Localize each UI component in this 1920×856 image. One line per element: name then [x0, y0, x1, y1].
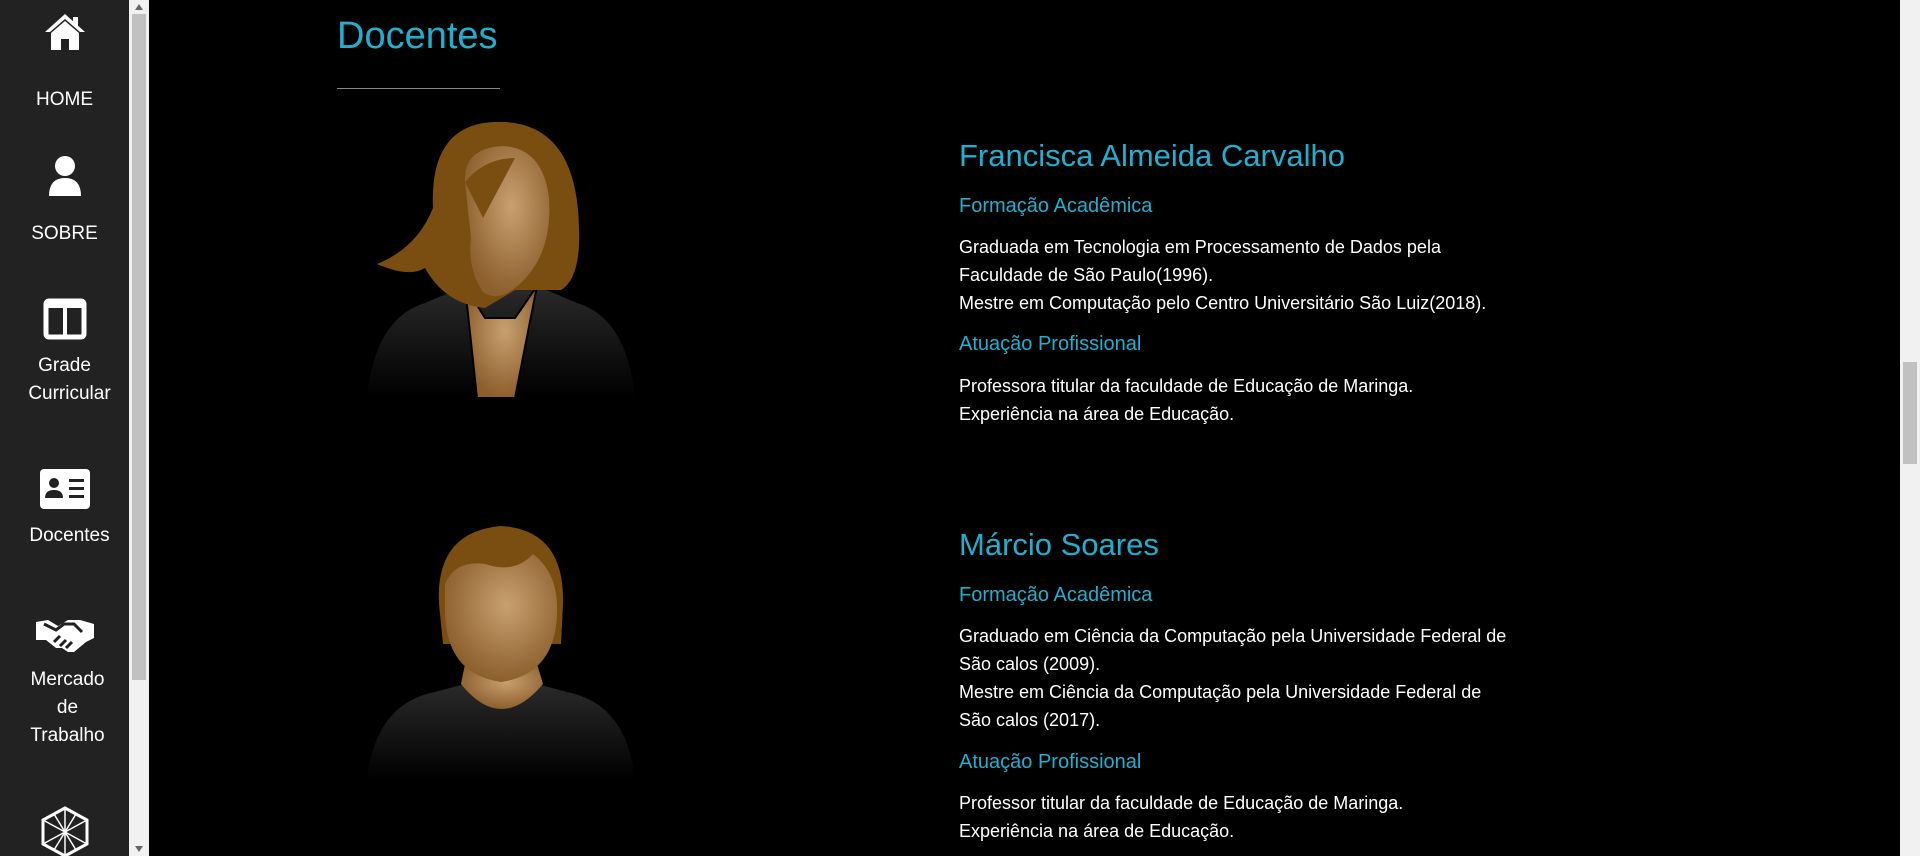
sidebar-item-docentes[interactable]: Docentes: [0, 468, 129, 550]
formacao-line: São calos (2017).: [959, 710, 1101, 730]
formacao-line: Faculdade de São Paulo(1996).: [959, 265, 1214, 285]
sidebar-scrollbar[interactable]: [129, 0, 149, 856]
title-divider: [337, 88, 500, 89]
atuacao-heading: Atuação Profissional: [959, 333, 1142, 355]
atuacao-heading: Atuação Profissional: [959, 751, 1142, 773]
teacher-name: Márcio Soares: [959, 527, 1159, 562]
atuacao-text: Professor titular da faculdade de Educaç…: [959, 789, 1559, 845]
formacao-line: Graduada em Tecnologia em Processamento …: [959, 237, 1441, 257]
sidebar-nav: HOME SOBRE Grade Curricular Docentes Mer…: [0, 0, 129, 856]
id-card-icon: [39, 469, 90, 509]
sidebar-item-home[interactable]: HOME: [0, 12, 129, 114]
formacao-line: Graduado em Ciência da Computação pela U…: [959, 626, 1507, 646]
sidebar-item-sobre[interactable]: SOBRE: [0, 154, 129, 248]
formacao-line: Mestre em Computação pelo Centro Univers…: [959, 293, 1487, 313]
atuacao-line: Experiência na área de Educação.: [959, 821, 1235, 841]
formacao-line: Mestre em Ciência da Computação pela Uni…: [959, 682, 1482, 702]
page-title: Docentes: [337, 15, 498, 57]
user-icon: [48, 156, 81, 196]
sidebar-item-mercado-de-trabalho[interactable]: Mercado de Trabalho: [0, 612, 129, 750]
scroll-up-arrow-icon[interactable]: [135, 4, 143, 10]
sidebar-item-network[interactable]: [0, 806, 129, 856]
hexagon-network-icon: [41, 806, 88, 856]
columns-icon: [43, 298, 86, 340]
sidebar-item-label: SOBRE: [31, 223, 98, 244]
page-scrollbar-thumb[interactable]: [1903, 362, 1917, 464]
sidebar-item-label: HOME: [36, 89, 93, 110]
teacher-name: Francisca Almeida Carvalho: [959, 138, 1345, 173]
atuacao-line: Experiência na área de Educação.: [959, 404, 1235, 424]
formacao-text: Graduada em Tecnologia em Processamento …: [959, 233, 1559, 317]
sidebar-item-label-line-2: Curricular: [28, 383, 111, 404]
atuacao-line: Professor titular da faculdade de Educaç…: [959, 793, 1404, 813]
sidebar-item-label-line-3: Trabalho: [30, 725, 105, 746]
formacao-line: São calos (2009).: [959, 654, 1101, 674]
sidebar-item-grade-curricular[interactable]: Grade Curricular: [0, 298, 129, 408]
formacao-heading: Formação Acadêmica: [959, 195, 1153, 217]
handshake-icon: [35, 620, 94, 652]
atuacao-text: Professora titular da faculdade de Educa…: [959, 372, 1559, 428]
formacao-heading: Formação Acadêmica: [959, 584, 1153, 606]
sidebar-item-label-line-1: Mercado: [30, 669, 105, 690]
sidebar-scrollbar-thumb[interactable]: [132, 14, 146, 680]
female-avatar-image: [367, 121, 635, 399]
sidebar-item-label: Docentes: [29, 525, 110, 546]
atuacao-line: Professora titular da faculdade de Educa…: [959, 376, 1414, 396]
sidebar-item-label-line-1: Grade: [38, 355, 91, 376]
male-avatar-image: [367, 526, 635, 780]
sidebar-item-label-line-2: de: [56, 697, 79, 718]
page-scrollbar[interactable]: [1900, 0, 1920, 856]
formacao-text: Graduado em Ciência da Computação pela U…: [959, 622, 1559, 734]
home-icon: [44, 14, 85, 50]
scroll-down-arrow-icon[interactable]: [135, 846, 143, 852]
